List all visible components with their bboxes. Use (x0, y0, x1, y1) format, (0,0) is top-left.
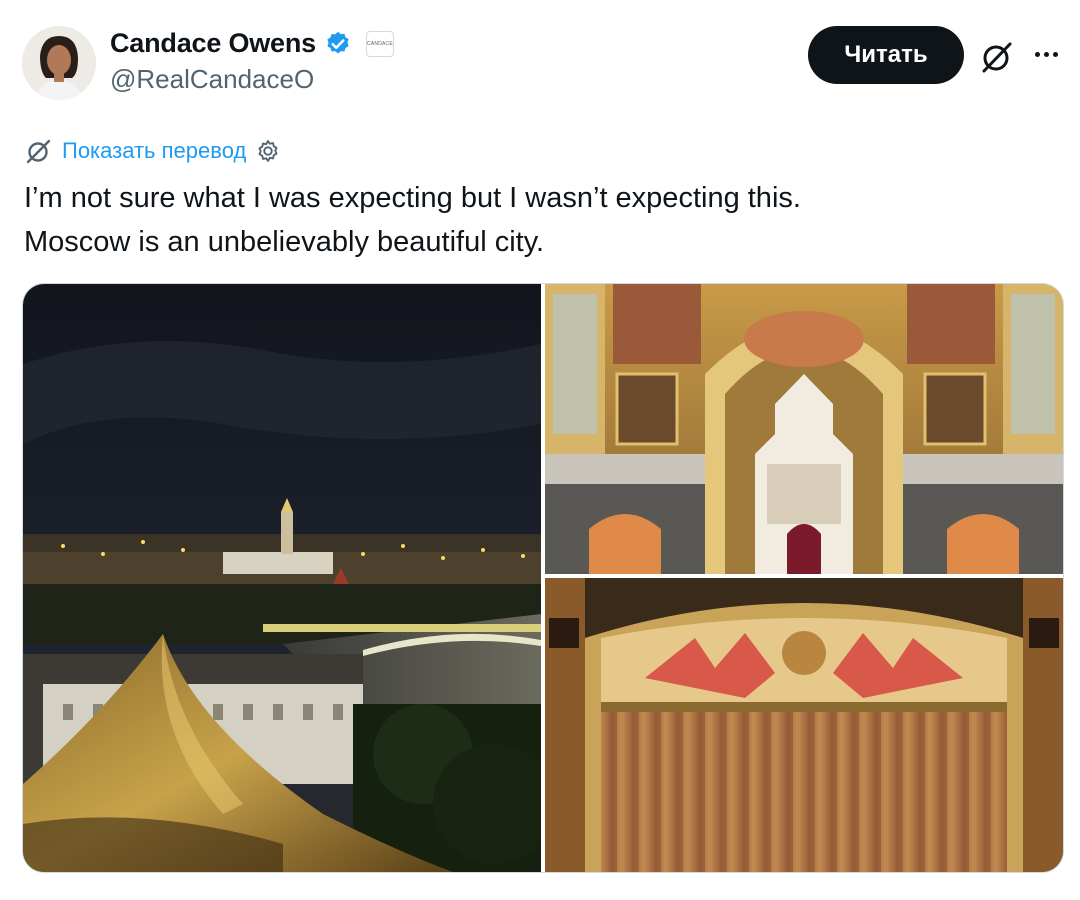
tweet-text: I’m not sure what I was expecting but I … (24, 176, 1054, 264)
author-name-row: Candace Owens CANDACE (110, 28, 394, 59)
show-translation-link[interactable]: Показать перевод (24, 136, 282, 166)
media-grid (22, 283, 1064, 873)
grok-icon (26, 139, 51, 164)
author-display-name[interactable]: Candace Owens (110, 28, 316, 59)
photo-theatre-curtain[interactable] (545, 578, 1063, 872)
verified-badge-icon[interactable] (324, 30, 352, 58)
affiliation-badge-text: CANDACE (367, 40, 393, 47)
photo-cathedral-interior[interactable] (545, 284, 1063, 574)
affiliation-badge-icon[interactable]: CANDACE (365, 30, 394, 57)
follow-button[interactable]: Читать (808, 26, 964, 84)
tweet-text-line: Moscow is an unbelievably beautiful city… (24, 226, 545, 258)
avatar[interactable] (22, 26, 96, 100)
grok-icon[interactable] (978, 38, 1016, 76)
tweet-text-line: I’m not sure what I was expecting but I … (24, 182, 801, 214)
photo-moscow-night[interactable] (23, 284, 541, 872)
gear-icon[interactable] (254, 137, 282, 165)
author-handle[interactable]: @RealCandaceO (110, 64, 314, 95)
show-translation-label[interactable]: Показать перевод (62, 138, 246, 164)
more-options-icon[interactable] (1026, 36, 1066, 72)
